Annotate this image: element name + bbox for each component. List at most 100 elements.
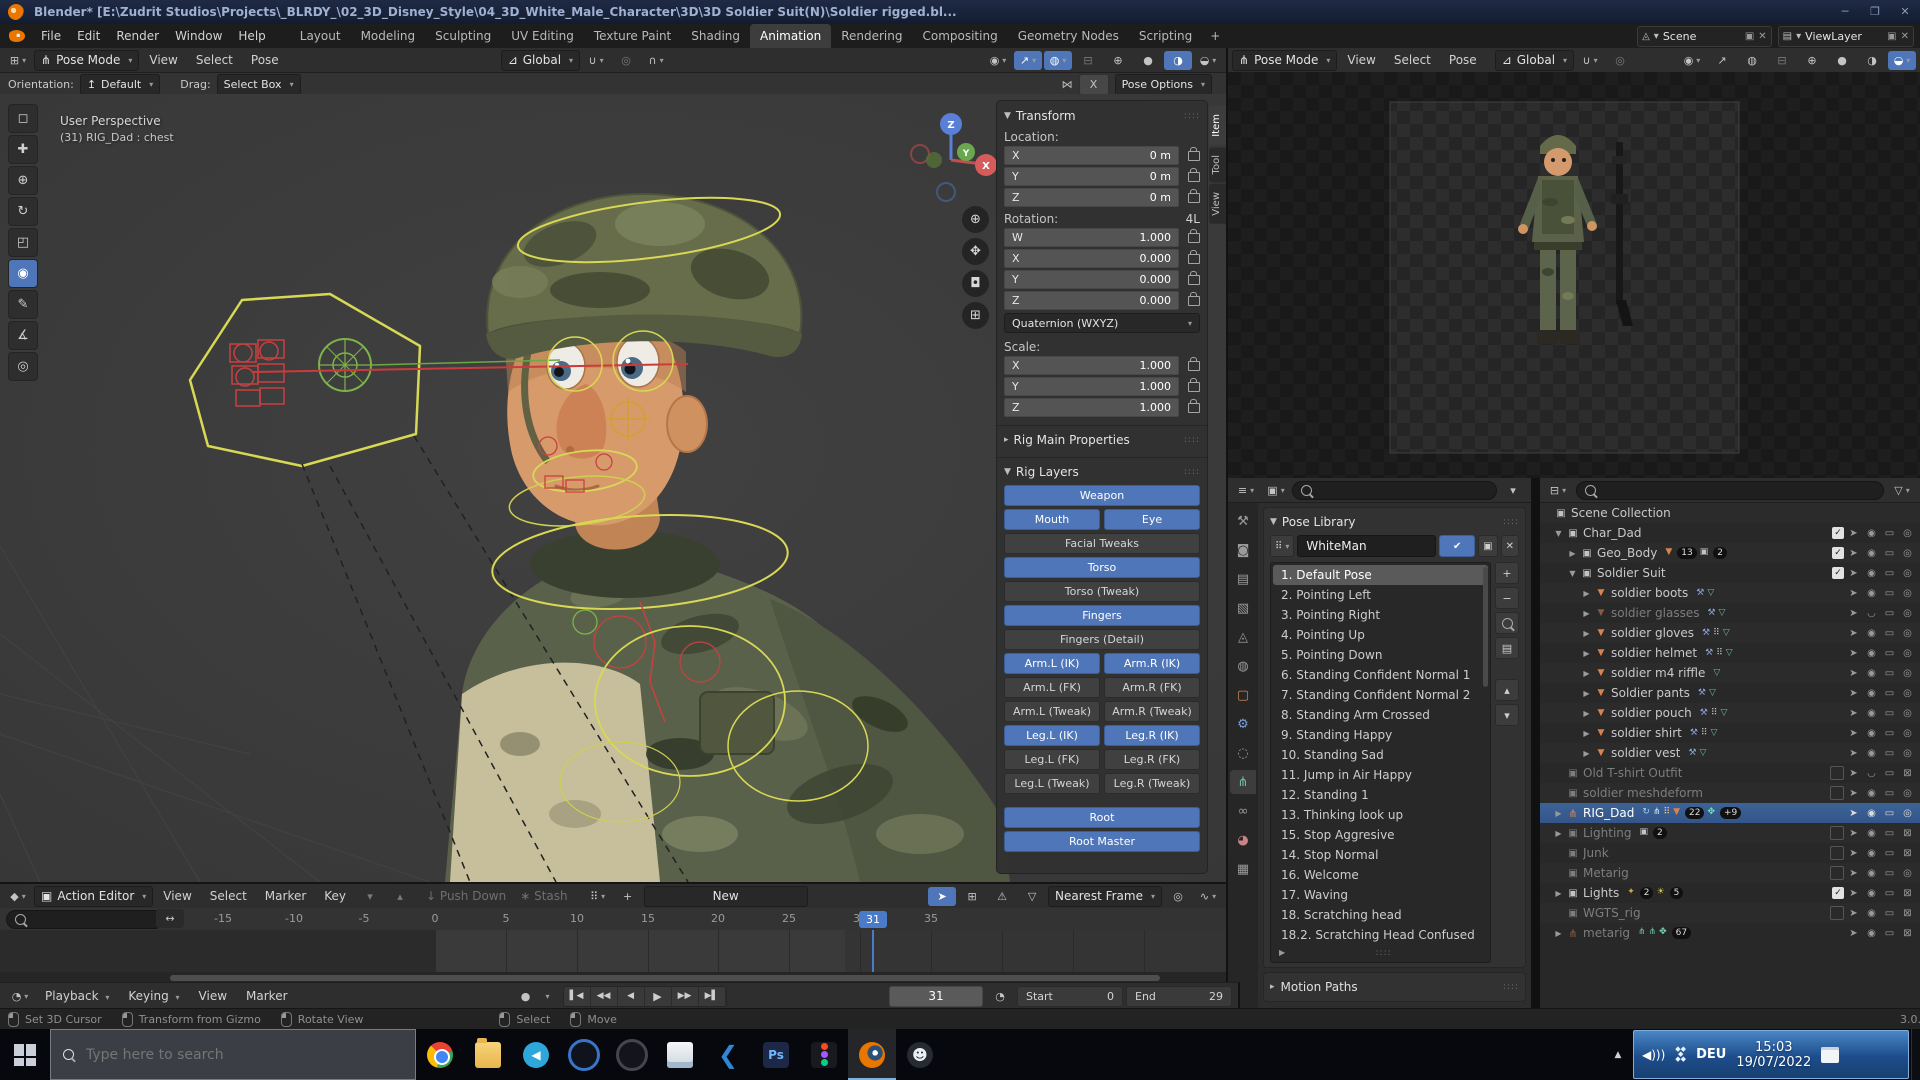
- shading-solid-icon[interactable]: ●: [1134, 51, 1162, 70]
- tab-texture-paint[interactable]: Texture Paint: [584, 24, 681, 48]
- collection-checkbox[interactable]: [1830, 846, 1844, 860]
- outliner-row[interactable]: ▣soldier meshdeform➤◉▭◎: [1540, 783, 1920, 803]
- lock-icon[interactable]: [1188, 172, 1200, 182]
- fake-user-shield-icon[interactable]: ✔: [1439, 535, 1475, 557]
- render-disable-icon[interactable]: ◎: [1899, 748, 1916, 759]
- tab-shading[interactable]: Shading: [681, 24, 750, 48]
- action-browse-icon[interactable]: ⠿▾: [1270, 535, 1294, 557]
- rig-layer-fingers[interactable]: Fingers: [1004, 605, 1200, 626]
- viewport-disable-icon[interactable]: ▭: [1881, 668, 1898, 679]
- outliner-row[interactable]: ▼▣Char_Dad✓➤◉▭◎: [1540, 523, 1920, 543]
- viewport-disable-icon[interactable]: ▭: [1881, 608, 1898, 619]
- viewport-disable-icon[interactable]: ▭: [1881, 648, 1898, 659]
- show-hidden-icons-button[interactable]: ▲: [1605, 1029, 1631, 1080]
- hide-icon[interactable]: ◉: [1863, 708, 1880, 719]
- viewport-disable-icon[interactable]: ▭: [1881, 928, 1898, 939]
- taskbar-app-media[interactable]: [560, 1029, 608, 1080]
- render-disable-icon[interactable]: ◎: [1899, 548, 1916, 559]
- scale-x-field[interactable]: X1.000: [1004, 356, 1179, 375]
- restore-button[interactable]: ❐: [1860, 0, 1890, 24]
- rig-layer-facial-tweaks[interactable]: Facial Tweaks: [1004, 533, 1200, 554]
- outliner-row[interactable]: ▶▣Lights✦2☀5✓➤◉▭⊠: [1540, 883, 1920, 903]
- scrollbar-thumb[interactable]: [170, 975, 1160, 981]
- channel-search-input[interactable]: [6, 910, 164, 929]
- transform-orientation-dropdown[interactable]: ⊿Global▾: [501, 50, 580, 71]
- expander-icon[interactable]: ▶: [1580, 589, 1593, 598]
- properties-search-input[interactable]: [1292, 481, 1497, 500]
- tab-compositing[interactable]: Compositing: [912, 24, 1007, 48]
- collection-checkbox[interactable]: [1830, 906, 1844, 920]
- outliner-search-input[interactable]: [1576, 481, 1884, 500]
- menu-help[interactable]: Help: [230, 24, 273, 48]
- pose-item[interactable]: 4. Pointing Up: [1273, 625, 1488, 645]
- render-disable-icon[interactable]: ◎: [1899, 568, 1916, 579]
- selectable-icon[interactable]: ➤: [1845, 648, 1862, 659]
- render-disable-icon[interactable]: ⊠: [1899, 888, 1916, 899]
- outliner-row[interactable]: ▶▼soldier gloves⚒⠿▽➤◉▭◎: [1540, 623, 1920, 643]
- collection-checkbox[interactable]: ✓: [1832, 547, 1844, 559]
- tool-cursor[interactable]: ✚: [8, 135, 38, 164]
- playhead-frame-badge[interactable]: 31: [859, 911, 887, 928]
- lock-icon[interactable]: [1188, 296, 1200, 306]
- editor-type-icon[interactable]: ⊞▾: [4, 51, 32, 70]
- rig-layer-leg-r-fk[interactable]: Leg.R (FK): [1104, 749, 1200, 770]
- outliner-row[interactable]: ▣Junk➤◉▭⊠: [1540, 843, 1920, 863]
- render-disable-icon[interactable]: ◎: [1899, 668, 1916, 679]
- tab-geometry-nodes[interactable]: Geometry Nodes: [1008, 24, 1129, 48]
- scene-selector[interactable]: ◬▾ Scene ▣✕: [1637, 26, 1772, 47]
- rig-layer-leg-r-tweak[interactable]: Leg.R (Tweak): [1104, 773, 1200, 794]
- filter-funnel-icon[interactable]: ▽: [1018, 887, 1046, 906]
- viewport-disable-icon[interactable]: ▭: [1881, 828, 1898, 839]
- filter-icon[interactable]: ▾: [1499, 481, 1527, 500]
- pose-item[interactable]: 12. Standing 1: [1273, 785, 1488, 805]
- jump-to-end-button[interactable]: ▶▌: [699, 987, 726, 1006]
- new-copy-icon[interactable]: ▣: [1478, 535, 1497, 557]
- expand-icon[interactable]: ▶: [1279, 948, 1285, 957]
- only-selected-icon[interactable]: ➤: [928, 887, 956, 906]
- proportional-icon[interactable]: ◎: [1164, 887, 1192, 906]
- rig-layer-mouth[interactable]: Mouth: [1004, 509, 1100, 530]
- expander-icon[interactable]: ▼: [1552, 529, 1565, 538]
- hide-icon[interactable]: ◉: [1863, 828, 1880, 839]
- tool-measure[interactable]: ∡: [8, 321, 38, 350]
- hide-icon[interactable]: ◉: [1863, 588, 1880, 599]
- pose-item[interactable]: 3. Pointing Right: [1273, 605, 1488, 625]
- hide-icon[interactable]: ◉: [1863, 668, 1880, 679]
- proportional-edit-icon[interactable]: ◎: [1606, 51, 1634, 70]
- menu-window[interactable]: Window: [167, 24, 230, 48]
- outliner-row-selected[interactable]: ▶⋔RIG_Dad↻⋔⠿▼22✥+9➤◉▭◎: [1540, 803, 1920, 823]
- rig-layer-leg-l-ik[interactable]: Leg.L (IK): [1004, 725, 1100, 746]
- timeline-channel-area[interactable]: [0, 930, 1226, 972]
- outliner-row[interactable]: ▶▣Lighting▣2➤◉▭⊠: [1540, 823, 1920, 843]
- lock-icon[interactable]: [1188, 151, 1200, 161]
- ds-menu-key[interactable]: Key: [316, 884, 354, 908]
- render-disable-icon[interactable]: ◎: [1899, 608, 1916, 619]
- selectable-icon[interactable]: ➤: [1845, 908, 1862, 919]
- speaker-icon[interactable]: ◀))): [1642, 1048, 1665, 1062]
- expander-icon[interactable]: ▶: [1552, 889, 1565, 898]
- expander-icon[interactable]: ▶: [1566, 549, 1579, 558]
- pose-item[interactable]: 6. Standing Confident Normal 1: [1273, 665, 1488, 685]
- keyframe-interp-icon[interactable]: ∿▾: [1194, 887, 1222, 906]
- pose-item[interactable]: 11. Jump in Air Happy: [1273, 765, 1488, 785]
- outliner-row[interactable]: ▶▣Geo_Body▼13▣2✓➤◉▭◎: [1540, 543, 1920, 563]
- pose-item[interactable]: 16. Welcome: [1273, 865, 1488, 885]
- collection-checkbox[interactable]: [1830, 786, 1844, 800]
- rig-layer-arm-r-ik[interactable]: Arm.R (IK): [1104, 653, 1200, 674]
- snap-dropdown[interactable]: Nearest Frame▾: [1048, 886, 1162, 907]
- hide-icon-closed[interactable]: ◡: [1863, 768, 1880, 779]
- tab-animation[interactable]: Animation: [750, 24, 831, 48]
- show-gizmo-icon[interactable]: ◉▾: [1678, 51, 1706, 70]
- expander-icon[interactable]: ▶: [1552, 929, 1565, 938]
- mode-dropdown[interactable]: ⋔Pose Mode▾: [34, 50, 139, 71]
- pose-item[interactable]: 18. Scratching head: [1273, 905, 1488, 925]
- secondary-3d-viewport[interactable]: ⋔Pose Mode▾ View Select Pose ⊿Global▾ ∪▾…: [1228, 48, 1920, 480]
- selectable-icon[interactable]: ➤: [1845, 608, 1862, 619]
- outliner-row[interactable]: ▶▼soldier pouch⚒⠿▽➤◉▭◎: [1540, 703, 1920, 723]
- expander-icon[interactable]: ▶: [1580, 709, 1593, 718]
- transform-panel-header[interactable]: ▼Transform::::: [1004, 106, 1200, 126]
- selectable-icon[interactable]: ➤: [1845, 588, 1862, 599]
- render-disable-icon[interactable]: ⊠: [1899, 848, 1916, 859]
- viewport-disable-icon[interactable]: ▭: [1881, 688, 1898, 699]
- rig-layer-torso-tweak[interactable]: Torso (Tweak): [1004, 581, 1200, 602]
